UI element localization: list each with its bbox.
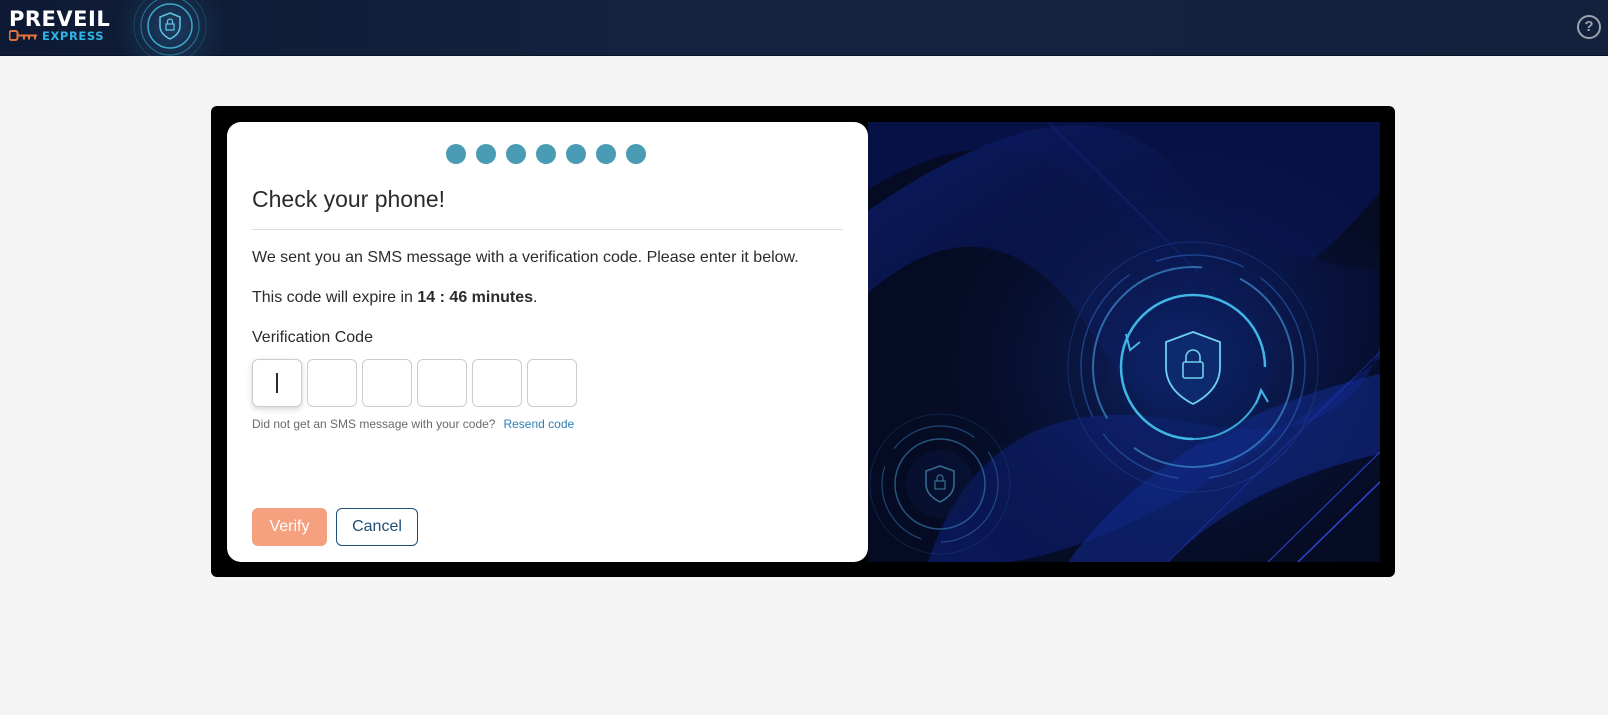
verification-code-input [252,359,577,407]
step-dot [536,144,556,164]
step-dot [566,144,586,164]
step-dot [476,144,496,164]
key-icon [9,30,37,41]
code-digit-2[interactable] [307,359,357,407]
verification-card: Check your phone! We sent you an SMS mes… [227,122,868,562]
code-digit-3[interactable] [362,359,412,407]
shield-lock-icon [116,0,232,56]
cancel-button[interactable]: Cancel [336,508,418,546]
security-illustration [868,122,1380,562]
resend-prompt: Did not get an SMS message with your cod… [252,417,496,431]
expiry-time: 14 : 46 minutes [417,289,534,306]
step-dot [506,144,526,164]
security-artwork [868,122,1380,562]
code-digit-4[interactable] [417,359,467,407]
progress-steps [446,144,646,164]
help-button[interactable]: ? [1577,15,1601,39]
step-dot [446,144,466,164]
resend-code-link[interactable]: Resend code [503,417,574,431]
expiry-text: This code will expire in 14 : 46 minutes… [252,288,537,308]
divider [252,229,843,230]
logo-express-text: EXPRESS [42,29,105,43]
code-digit-6[interactable] [527,359,577,407]
expiry-prefix: This code will expire in [252,289,418,306]
expiry-suffix: . [533,289,538,306]
question-circle-icon: ? [1584,18,1594,35]
top-bar: PREVEIL EXPRESS ? [0,0,1608,56]
step-dot [626,144,646,164]
resend-line: Did not get an SMS message with your cod… [252,416,574,432]
verify-button[interactable]: Verify [252,508,327,546]
logo-brand-text: PREVEIL [9,7,111,31]
text-cursor [276,373,278,393]
page-title: Check your phone! [252,186,446,212]
sms-message: We sent you an SMS message with a verifi… [252,249,799,266]
code-digit-5[interactable] [472,359,522,407]
verification-code-label: Verification Code [252,329,373,346]
step-dot [596,144,616,164]
preveil-logo: PREVEIL EXPRESS [9,7,119,47]
